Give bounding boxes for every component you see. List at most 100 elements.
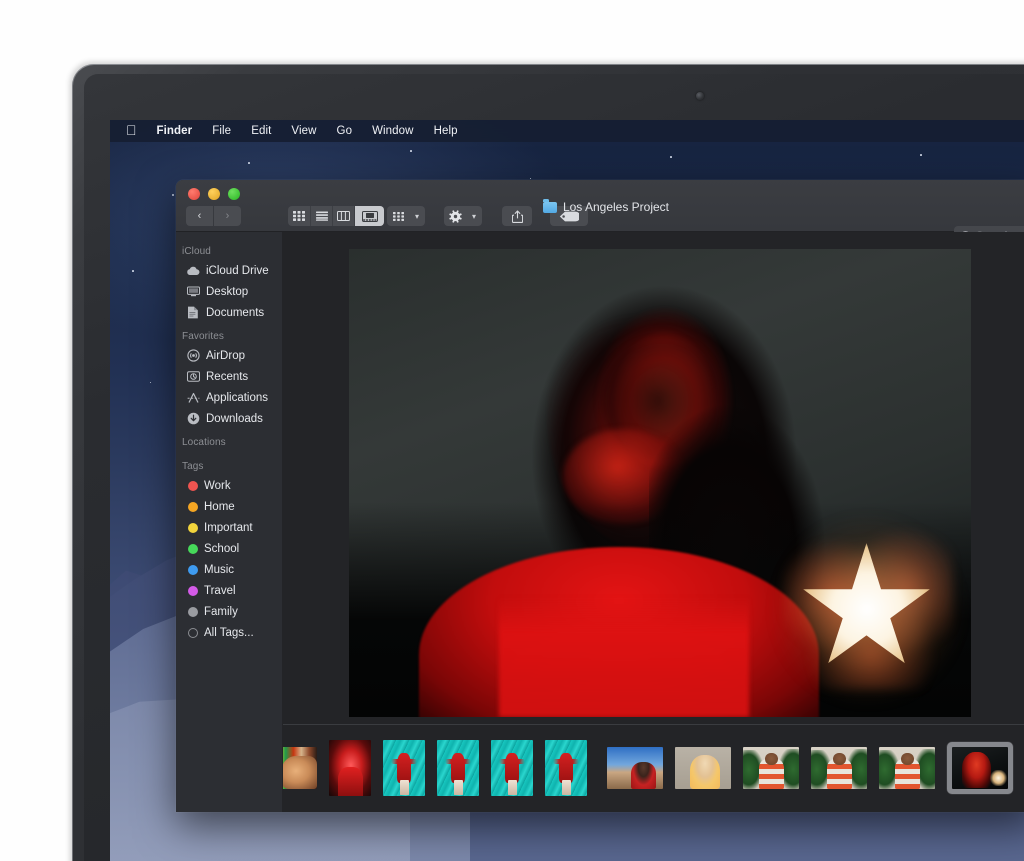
sidebar-item-recents[interactable]: Recents [176,366,282,387]
thumbnail-image [437,740,479,796]
menu-go[interactable]: Go [327,125,363,137]
sidebar-heading-favorites: Favorites [176,323,282,345]
close-button[interactable] [188,188,200,200]
thumb-man-plants-2[interactable] [811,747,867,789]
forward-button[interactable]: › [214,206,241,226]
airdrop-icon [186,349,200,363]
icon-view-button[interactable] [288,206,310,226]
sidebar-heading-locations: Locations [176,429,282,451]
back-button[interactable]: ‹ [186,206,213,226]
filmstrip[interactable] [283,724,1024,812]
menu-bar:  Finder File Edit View Go Window Help [110,120,1024,142]
thumb-pool-3[interactable] [491,740,533,796]
menu-file[interactable]: File [202,125,241,137]
tags-button[interactable] [550,206,588,226]
thumb-colorful-portrait[interactable] [283,747,317,789]
window-body: iCloud iCloud Drive Desktop [176,232,1024,812]
sidebar-tag-music[interactable]: Music [176,559,282,580]
preview-bokeh-star-light [773,515,963,705]
share-icon[interactable] [502,206,532,226]
applications-icon [186,391,200,405]
sidebar-item-label: Home [204,501,235,513]
arrange-grid-icon[interactable] [387,206,409,226]
preview-red-shirt-lower [499,597,749,717]
thumbnail-image [491,740,533,796]
sidebar-item-label: Music [204,564,234,576]
front-camera-icon [696,92,704,100]
sidebar-item-label: School [204,543,239,555]
tag-dot-icon [188,481,198,491]
tag-dot-icon [188,502,198,512]
thumbnail-image [545,740,587,796]
thumbnail-image [383,740,425,796]
sidebar-item-label: Applications [206,392,268,404]
menu-window[interactable]: Window [362,125,424,137]
sidebar-tag-work[interactable]: Work [176,475,282,496]
thumbnail-image [879,747,935,789]
gallery-view-button[interactable] [354,206,384,226]
filmstrip-divider [283,724,1024,725]
sidebar-item-label: All Tags... [204,627,254,639]
sidebar-item-label: Documents [206,307,264,319]
tag-icon[interactable] [550,206,588,226]
apple-menu-icon[interactable]:  [122,123,147,139]
sidebar-item-airdrop[interactable]: AirDrop [176,345,282,366]
sidebar-item-desktop[interactable]: Desktop [176,281,282,302]
sidebar-tag-all-tags[interactable]: All Tags... [176,622,282,643]
sidebar-tag-home[interactable]: Home [176,496,282,517]
recents-clock-icon [186,370,200,384]
sidebar-item-applications[interactable]: Applications [176,387,282,408]
sidebar-item-label: iCloud Drive [206,265,269,277]
menu-finder[interactable]: Finder [147,125,203,137]
menu-view[interactable]: View [281,125,326,137]
red-light-portrait-preview[interactable] [349,249,971,717]
view-mode-group [288,206,384,226]
sidebar-item-downloads[interactable]: Downloads [176,408,282,429]
traffic-lights [188,188,240,200]
sidebar-item-documents[interactable]: Documents [176,302,282,323]
thumb-woman-sky[interactable] [607,747,663,789]
sidebar-item-label: Work [204,480,231,492]
sidebar-tag-travel[interactable]: Travel [176,580,282,601]
menu-edit[interactable]: Edit [241,125,281,137]
tag-dot-icon [188,523,198,533]
arrange-by-button[interactable]: ▾ [387,206,425,226]
downloads-arrow-icon [186,412,200,426]
screen:  Finder File Edit View Go Window Help ‹… [110,120,1024,861]
thumb-pool-4[interactable] [545,740,587,796]
window-titlebar: ‹ › [176,180,1024,232]
menu-help[interactable]: Help [424,125,468,137]
tag-dot-icon [188,607,198,617]
minimize-button[interactable] [208,188,220,200]
thumb-pool-1[interactable] [383,740,425,796]
sidebar-tag-school[interactable]: School [176,538,282,559]
chevron-down-icon[interactable]: ▾ [409,206,425,226]
sidebar-item-label: Downloads [206,413,263,425]
sidebar-item-label: AirDrop [206,350,245,362]
gear-icon[interactable] [444,206,466,226]
finder-window: ‹ › [176,180,1024,812]
tag-dot-icon [188,586,198,596]
action-gear-button[interactable]: ▾ [444,206,482,226]
zoom-button[interactable] [228,188,240,200]
thumb-red-portrait[interactable] [329,740,371,796]
column-view-button[interactable] [332,206,354,226]
sidebar-tag-family[interactable]: Family [176,601,282,622]
thumbnail-image [675,747,731,789]
thumb-pool-2[interactable] [437,740,479,796]
sidebar-tag-important[interactable]: Important [176,517,282,538]
thumbnail-image [743,747,799,789]
sidebar-item-label: Important [204,522,253,534]
list-view-button[interactable] [310,206,332,226]
sidebar-item-label: Travel [204,585,236,597]
chevron-down-icon[interactable]: ▾ [466,206,482,226]
sidebar-item-icloud-drive[interactable]: iCloud Drive [176,260,282,281]
thumb-blonde-woman[interactable] [675,747,731,789]
thumb-man-plants-1[interactable] [743,747,799,789]
preview-area [283,232,1024,724]
thumb-man-plants-3[interactable] [879,747,935,789]
share-button[interactable] [502,206,532,226]
thumbnail-image [283,747,317,789]
thumbnail-image [811,747,867,789]
thumb-red-light-portrait[interactable] [947,742,1013,794]
